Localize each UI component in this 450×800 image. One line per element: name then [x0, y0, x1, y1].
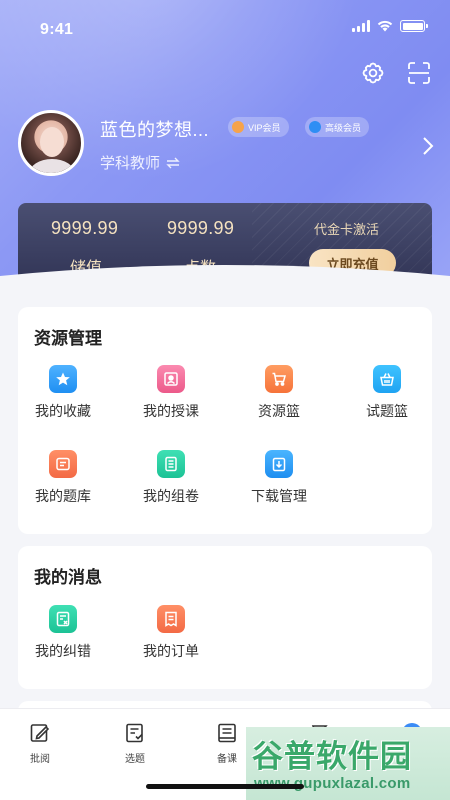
my-messages-title: 我的消息 [34, 568, 102, 587]
username: 蓝色的梦想... [100, 120, 210, 140]
cart-icon [265, 365, 293, 393]
senior-badge-label: 高级会员 [325, 122, 362, 133]
grid-item-label: 我的组卷 [143, 488, 199, 504]
avatar[interactable] [18, 110, 84, 176]
role-label: 学科教师 [100, 155, 161, 172]
my-messages-card: 我的消息 我的纠错 我的订单 [18, 546, 432, 689]
scan-icon [408, 62, 430, 84]
vip-badge-label: VIP会员 [248, 122, 281, 133]
download-icon [265, 450, 293, 478]
grid-item-question-bank[interactable]: 我的题库 [18, 450, 108, 506]
home-indicator[interactable] [146, 784, 304, 789]
voucher-activate-link[interactable]: 代金卡激活 [314, 219, 379, 238]
header-actions [360, 60, 432, 86]
select-icon [126, 723, 143, 743]
star-icon [49, 365, 77, 393]
grid-item-question-basket[interactable]: 试题篮 [342, 365, 432, 421]
senior-member-icon [309, 121, 321, 133]
battery-icon [400, 20, 428, 32]
grid-item-favorites[interactable]: 我的收藏 [18, 365, 108, 421]
edit-icon [30, 724, 50, 742]
vip-badge: VIP会员 [228, 117, 289, 137]
order-icon [157, 605, 185, 633]
grid-item-label: 我的题库 [35, 488, 91, 504]
grid-item-my-lectures[interactable]: 我的授课 [126, 365, 216, 421]
grid-item-label: 我的纠错 [35, 643, 91, 659]
cellular-signal-icon [352, 20, 370, 32]
grid-item-label: 我的收藏 [35, 403, 91, 419]
gear-icon [362, 62, 384, 84]
resource-management-card: 资源管理 我的收藏 我的授课 资源篮 试题篮 我的题库 我的组卷 下载管理 [18, 307, 432, 534]
chevron-right-icon[interactable] [422, 136, 434, 156]
grid-item-label: 我的授课 [143, 403, 199, 419]
grid-item-label: 试题篮 [366, 403, 408, 419]
settings-button[interactable] [360, 60, 386, 86]
wifi-icon [377, 20, 393, 32]
lecture-icon [157, 365, 185, 393]
grid-item-my-orders[interactable]: 我的订单 [126, 605, 216, 661]
site-watermark: 谷普软件园 www.gupuxlazal.com [246, 727, 450, 800]
user-profile[interactable]: 蓝色的梦想... VIP会员 高级会员 学科教师 [18, 110, 438, 180]
grid-item-resource-basket[interactable]: 资源篮 [234, 365, 324, 421]
grid-item-label: 下载管理 [251, 488, 307, 504]
tab-select-questions[interactable]: 选题 [105, 721, 165, 765]
correction-icon [49, 605, 77, 633]
tab-label: 批阅 [30, 754, 50, 765]
swap-icon [166, 157, 180, 168]
stored-value-amount: 9999.99 [51, 218, 119, 238]
grid-item-my-papers[interactable]: 我的组卷 [126, 450, 216, 506]
question-bank-icon [49, 450, 77, 478]
resource-management-title: 资源管理 [34, 329, 102, 348]
grid-item-label: 我的订单 [143, 643, 199, 659]
role-switch[interactable]: 学科教师 [100, 152, 180, 173]
points-amount: 9999.99 [167, 218, 235, 238]
vip-diamond-icon [232, 121, 244, 133]
senior-member-badge: 高级会员 [305, 117, 370, 137]
tab-review[interactable]: 批阅 [10, 721, 70, 765]
status-icons [352, 20, 428, 32]
scan-button[interactable] [406, 60, 432, 86]
grid-item-download-manager[interactable]: 下载管理 [234, 450, 324, 506]
book-icon [218, 723, 236, 743]
tab-label: 选题 [125, 754, 145, 765]
grid-item-my-corrections[interactable]: 我的纠错 [18, 605, 108, 661]
grid-item-label: 资源篮 [258, 403, 300, 419]
status-bar: 9:41 [0, 0, 450, 60]
watermark-title: 谷普软件园 [252, 739, 412, 774]
basket-icon [373, 365, 401, 393]
paper-icon [157, 450, 185, 478]
status-time: 9:41 [40, 21, 74, 38]
